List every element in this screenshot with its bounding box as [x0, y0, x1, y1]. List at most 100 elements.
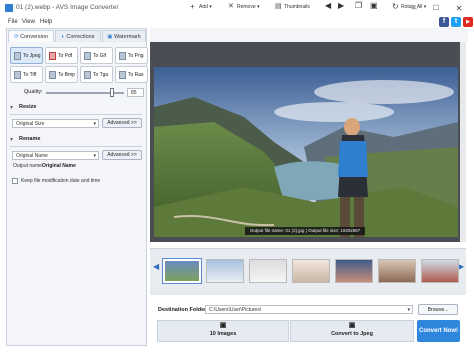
- chevron-down-icon: ▾: [93, 121, 96, 127]
- format-label: To Ras: [128, 72, 144, 78]
- add-button[interactable]: + Add ▾: [190, 2, 212, 11]
- rename-select-value: Original Name: [16, 153, 48, 159]
- tab-corrections[interactable]: ◐ Corrections: [55, 30, 101, 42]
- images-count-label: 10 Images: [209, 331, 237, 337]
- resize-select[interactable]: Original Size ▾: [12, 119, 99, 128]
- thumbnail[interactable]: [292, 259, 330, 283]
- thumbnail[interactable]: [206, 259, 244, 283]
- thumbnails-button[interactable]: ▤ Thumbnails: [275, 3, 310, 10]
- twitter-icon[interactable]: t: [451, 17, 461, 27]
- menu-bar: File View Help: [0, 17, 474, 28]
- menu-help[interactable]: Help: [40, 19, 52, 25]
- destination-input[interactable]: C:\Users\User\Pictures\ ▾: [205, 305, 413, 314]
- youtube-icon[interactable]: ▶: [463, 17, 473, 27]
- rename-title: Rename: [19, 136, 41, 142]
- arrow-left-icon[interactable]: ◀: [325, 1, 331, 10]
- watermark-icon: ▣: [107, 34, 113, 40]
- remove-button[interactable]: ✕ Remove ▾: [228, 3, 260, 10]
- output-name-label: Output name:: [13, 163, 44, 169]
- png-file-icon: [119, 52, 126, 60]
- chevron-down-icon: ▾: [257, 3, 260, 10]
- remove-label: Remove: [237, 3, 256, 10]
- tab-conversion-label: Conversion: [20, 34, 48, 40]
- format-label: To Bmp: [58, 72, 75, 78]
- tga-file-icon: [84, 71, 91, 79]
- rename-advanced-button[interactable]: Advanced >>: [102, 150, 142, 160]
- rotate-all-button[interactable]: ↻ Rotate All ▾: [392, 2, 427, 11]
- tab-watermark-label: Watermark: [114, 34, 141, 40]
- close-icon: ✕: [228, 3, 234, 10]
- format-label: To Png: [128, 53, 144, 59]
- rename-select[interactable]: Original Name ▾: [12, 151, 99, 160]
- bmp-file-icon: [49, 71, 56, 79]
- divider: [10, 114, 142, 115]
- format-tga-button[interactable]: To Tga: [80, 66, 113, 83]
- tab-corrections-label: Corrections: [66, 34, 95, 40]
- tab-watermark[interactable]: ▣ Watermark: [102, 30, 146, 42]
- facebook-icon[interactable]: f: [439, 17, 449, 27]
- collapse-icon[interactable]: ▾: [10, 104, 13, 111]
- divider: [10, 146, 142, 147]
- convert-icon: ▣: [348, 322, 356, 329]
- arrow-right-icon[interactable]: ▶: [338, 1, 344, 10]
- jpeg-file-icon: [14, 52, 21, 60]
- format-jpeg-button[interactable]: To Jpeg: [10, 47, 43, 64]
- chevron-down-icon: ▾: [93, 153, 96, 159]
- thumbnails-icon: ▤: [275, 3, 282, 10]
- format-pdf-button[interactable]: To Pdf: [45, 47, 78, 64]
- format-ras-button[interactable]: To Ras: [115, 66, 148, 83]
- filmstrip-scrollbar[interactable]: [150, 291, 466, 295]
- quality-value[interactable]: 85: [127, 88, 144, 97]
- collapse-icon[interactable]: ▾: [10, 136, 13, 143]
- delete-icon[interactable]: ▣: [370, 1, 378, 10]
- keep-date-checkbox[interactable]: [12, 178, 18, 184]
- conversion-icon: ⟳: [14, 34, 19, 40]
- quality-label: Quality:: [24, 89, 43, 95]
- quality-slider-thumb[interactable]: [110, 88, 115, 97]
- format-label: To Tiff: [23, 72, 37, 78]
- format-png-button[interactable]: To Png: [115, 47, 148, 64]
- corrections-icon: ◐: [61, 34, 65, 40]
- maximize-button[interactable]: ☐: [425, 0, 447, 17]
- rotate-all-label: Rotate All: [401, 3, 423, 10]
- thumbnail[interactable]: [249, 259, 287, 283]
- resize-title: Resize: [19, 104, 37, 110]
- thumbnails-label: Thumbnails: [284, 3, 310, 10]
- add-label: Add: [199, 3, 208, 10]
- thumbnail[interactable]: [421, 259, 459, 283]
- chevron-down-icon: ▾: [423, 3, 427, 10]
- copy-icon[interactable]: ❐: [355, 1, 362, 10]
- convert-now-button[interactable]: Convert Now!: [417, 320, 460, 342]
- preview-image: [154, 67, 458, 237]
- thumbnail[interactable]: [335, 259, 373, 283]
- resize-select-value: Original Size: [16, 121, 45, 127]
- tiff-file-icon: [14, 71, 21, 79]
- menu-view[interactable]: View: [22, 19, 35, 25]
- convert-format-step: ▣ Convert to Jpeg: [290, 320, 414, 342]
- format-tiff-button[interactable]: To Tiff: [10, 66, 43, 83]
- menu-file[interactable]: File: [8, 19, 18, 25]
- tab-conversion[interactable]: ⟳ Conversion: [8, 30, 54, 42]
- thumbnail[interactable]: [162, 258, 202, 284]
- format-label: To Gif: [93, 53, 107, 59]
- thumbnail[interactable]: [378, 259, 416, 283]
- output-info: Output file name: 01 (2).jpg | Output fi…: [245, 227, 365, 235]
- format-gif-button[interactable]: To Gif: [80, 47, 113, 64]
- resize-advanced-button[interactable]: Advanced >>: [102, 118, 142, 128]
- plus-icon: +: [190, 2, 195, 11]
- images-icon: ▣: [219, 322, 227, 329]
- arrow-left-icon[interactable]: ◀: [153, 262, 159, 271]
- format-label: To Jpeg: [23, 53, 41, 59]
- format-label: To Tga: [93, 72, 109, 78]
- close-button[interactable]: ✕: [448, 0, 470, 17]
- pdf-file-icon: [49, 52, 56, 60]
- preview-scrollbar[interactable]: [460, 42, 466, 242]
- browse-button[interactable]: Browse...: [418, 304, 458, 315]
- format-bmp-button[interactable]: To Bmp: [45, 66, 78, 83]
- ras-file-icon: [119, 71, 126, 79]
- chevron-down-icon: ▾: [209, 3, 212, 10]
- format-label: To Pdf: [58, 53, 73, 59]
- keep-date-label: Keep file modification date and time: [21, 178, 101, 184]
- rotate-icon: ↻: [392, 2, 399, 11]
- output-name-value: Original Name: [42, 163, 76, 169]
